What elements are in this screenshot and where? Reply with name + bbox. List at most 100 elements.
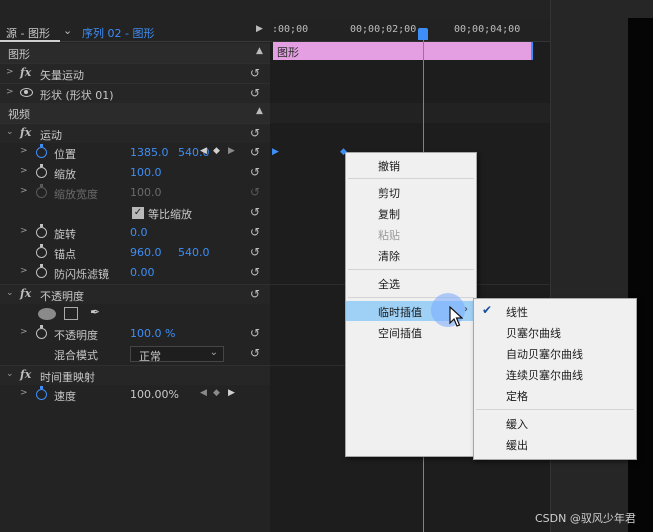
expand-chevron-icon[interactable]: >	[20, 166, 28, 176]
reset-icon[interactable]: ↺	[250, 326, 260, 340]
pen-mask-icon[interactable]: ✒	[90, 305, 100, 319]
graphic-clip[interactable]: 图形	[273, 42, 533, 60]
prev-keyframe-icon[interactable]: ◀	[200, 146, 207, 156]
stopwatch-icon[interactable]	[36, 325, 47, 339]
playhead[interactable]	[418, 28, 428, 40]
expand-chevron-icon[interactable]: >	[20, 388, 28, 398]
expand-chevron-icon[interactable]: >	[20, 266, 28, 276]
next-keyframe-icon[interactable]: ▶	[228, 388, 235, 398]
menu-paste-label: 粘贴	[378, 229, 400, 242]
submenu-auto-bezier[interactable]: 自动贝塞尔曲线	[474, 343, 636, 363]
stopwatch-icon[interactable]	[36, 386, 47, 400]
stopwatch-icon[interactable]	[36, 164, 47, 178]
section-video-label: 视频	[8, 108, 30, 121]
fx-icon[interactable]: fx	[20, 126, 31, 139]
reset-icon[interactable]: ↺	[250, 225, 260, 239]
blend-mode-select[interactable]: 正常 ⌄	[130, 346, 224, 363]
fx-icon[interactable]: fx	[20, 287, 31, 300]
submenu-ease-out[interactable]: 缓出	[474, 434, 636, 454]
reset-icon[interactable]: ↺	[250, 346, 260, 360]
property-speed: > 速度 100.00% ◀ ◆ ▶	[0, 385, 270, 405]
effect-motion[interactable]: ⌄ fx 运动 ↺	[0, 123, 270, 143]
stopwatch-icon[interactable]	[36, 244, 47, 258]
add-keyframe-icon[interactable]: ◆	[213, 146, 220, 156]
reset-icon[interactable]: ↺	[250, 265, 260, 279]
expand-chevron-icon[interactable]: >	[20, 226, 28, 236]
rotation-value[interactable]: 0.0	[130, 226, 148, 239]
keyframe-marker[interactable]: ▶	[272, 147, 279, 157]
submenu-hold[interactable]: 定格	[474, 385, 636, 405]
submenu-ease-in[interactable]: 缓入	[474, 413, 636, 433]
submenu-auto-bezier-label: 自动贝塞尔曲线	[506, 348, 583, 361]
expand-chevron-icon[interactable]: >	[20, 327, 28, 337]
anchor-x-value[interactable]: 960.0	[130, 246, 162, 259]
reset-icon[interactable]: ↺	[250, 66, 260, 80]
menu-cut-label: 剪切	[378, 187, 400, 200]
anchor-y-value[interactable]: 540.0	[178, 246, 210, 259]
stopwatch-icon[interactable]	[36, 144, 47, 158]
menu-select-all[interactable]: 全选	[346, 273, 476, 293]
antiflicker-value[interactable]: 0.00	[130, 266, 155, 279]
reset-icon[interactable]: ↺	[250, 86, 260, 100]
scale-value[interactable]: 100.0	[130, 166, 162, 179]
speed-value[interactable]: 100.00%	[130, 388, 179, 401]
effect-opacity[interactable]: ⌄ fx 不透明度 ↺	[0, 284, 270, 304]
collapse-up-icon[interactable]: ▲	[256, 106, 263, 116]
reset-icon[interactable]: ↺	[250, 145, 260, 159]
play-triangle-icon[interactable]: ▶	[256, 24, 263, 34]
submenu-continuous-bezier[interactable]: 连续贝塞尔曲线	[474, 364, 636, 384]
stopwatch-icon[interactable]	[36, 224, 47, 238]
position-label: 位置	[54, 148, 76, 161]
effect-vector-motion[interactable]: > fx 矢量运动 ↺	[0, 63, 270, 83]
menu-separator	[348, 178, 474, 179]
section-video: 视频 ▲	[0, 103, 270, 123]
reset-icon[interactable]: ↺	[250, 165, 260, 179]
chevron-down-icon[interactable]: ⌄	[63, 24, 72, 37]
menu-undo[interactable]: 撤销	[346, 155, 476, 175]
submenu-linear[interactable]: ✔ 线性	[474, 301, 636, 321]
eye-icon[interactable]	[20, 88, 33, 97]
expand-chevron-icon[interactable]: >	[6, 87, 14, 97]
menu-clear-label: 清除	[378, 250, 400, 263]
opacity-label: 不透明度	[54, 329, 98, 342]
sequence-selector[interactable]: 序列 02 - 图形	[82, 25, 154, 41]
effect-shape[interactable]: > 形状 (形状 01) ↺	[0, 83, 270, 103]
fx-icon[interactable]: fx	[20, 66, 31, 79]
prev-keyframe-icon[interactable]: ◀	[200, 388, 207, 398]
menu-cut[interactable]: 剪切	[346, 182, 476, 202]
expand-chevron-icon[interactable]: >	[20, 146, 28, 156]
fx-icon[interactable]: fx	[20, 368, 31, 381]
submenu-bezier[interactable]: 贝塞尔曲线	[474, 322, 636, 342]
menu-copy[interactable]: 复制	[346, 203, 476, 223]
menu-undo-label: 撤销	[378, 160, 400, 173]
reset-icon[interactable]: ↺	[250, 126, 260, 140]
submenu-ease-out-label: 缓出	[506, 439, 528, 452]
submenu-hold-label: 定格	[506, 390, 528, 403]
reset-icon: ↺	[250, 185, 261, 199]
reset-icon[interactable]: ↺	[250, 205, 260, 219]
effect-time-remap[interactable]: ⌄ fx 时间重映射	[0, 365, 270, 385]
menu-separator	[476, 409, 634, 410]
rotation-label: 旋转	[54, 228, 76, 241]
uniform-scale-checkbox[interactable]: ✓	[132, 207, 144, 219]
collapse-chevron-icon[interactable]: ⌄	[6, 369, 14, 379]
expand-chevron-icon[interactable]: >	[6, 67, 14, 77]
position-x-value[interactable]: 1385.0	[130, 146, 169, 159]
reset-icon[interactable]: ↺	[250, 287, 260, 301]
menu-clear[interactable]: 清除	[346, 245, 476, 265]
collapse-chevron-icon[interactable]: ⌄	[6, 127, 14, 137]
menu-select-all-label: 全选	[378, 278, 400, 291]
ellipse-mask-icon[interactable]	[38, 308, 56, 320]
next-keyframe-icon[interactable]: ▶	[228, 146, 235, 156]
reset-icon[interactable]: ↺	[250, 245, 260, 259]
collapse-chevron-icon[interactable]: ⌄	[6, 288, 14, 298]
opacity-value[interactable]: 100.0 %	[130, 327, 175, 340]
stopwatch-icon[interactable]	[36, 264, 47, 278]
submenu-ease-in-label: 缓入	[506, 418, 528, 431]
rectangle-mask-icon[interactable]	[64, 307, 78, 320]
time-ruler[interactable]: :00;00 00;00;02;00 00;00;04;00	[270, 20, 550, 42]
source-tab[interactable]: 源 - 图形	[6, 25, 50, 41]
add-keyframe-icon[interactable]: ◆	[213, 388, 220, 398]
time-remap-label: 时间重映射	[40, 371, 95, 384]
collapse-up-icon[interactable]: ▲	[256, 46, 263, 56]
